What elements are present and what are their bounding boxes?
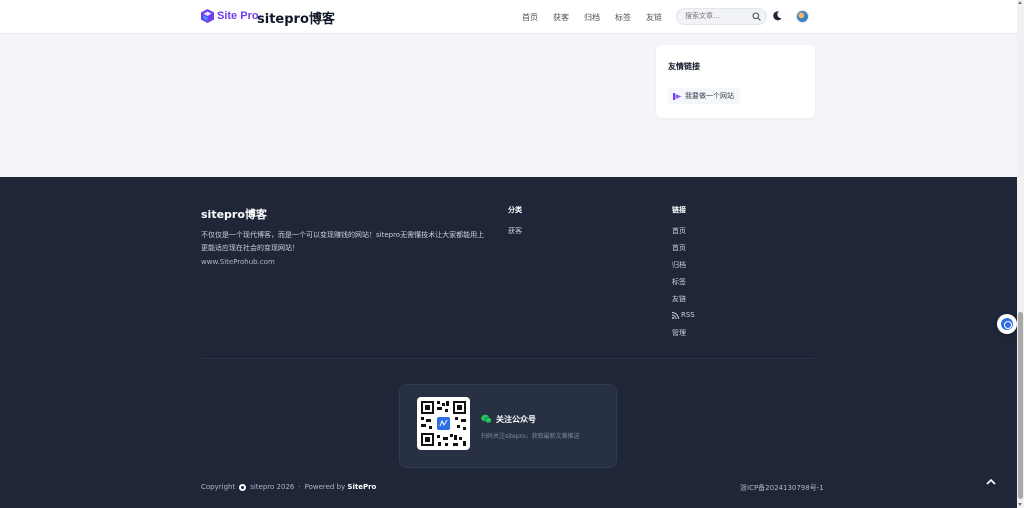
copyright-symbol-icon: [239, 483, 247, 491]
footer-url: www.SiteProhub.com: [201, 258, 275, 266]
footer-link-tags[interactable]: 标签: [672, 277, 686, 287]
footer-description: 不仅仅是一个现代博客，而是一个可以变现赚钱的网站！sitepro无需懂技术让大家…: [201, 231, 485, 252]
category-link-acquire[interactable]: 获客: [508, 226, 522, 236]
footer-title: sitepro博客: [201, 208, 267, 221]
categories-heading: 分类: [508, 206, 522, 214]
copyright-prefix: Copyright: [201, 483, 236, 491]
search-icon[interactable]: [752, 12, 761, 21]
wechat-follow-title: 关注公众号: [496, 415, 536, 424]
footer-link-friends[interactable]: 友链: [672, 294, 686, 304]
card-title: 友情链接: [668, 62, 700, 71]
footer-divider: [201, 358, 815, 359]
powered-by-brand[interactable]: SitePro: [347, 483, 376, 491]
wechat-qr-code: [417, 397, 470, 450]
wechat-icon: [481, 414, 492, 424]
back-to-top-icon[interactable]: [985, 476, 997, 488]
links-heading: 链接: [672, 206, 686, 214]
search-input[interactable]: [685, 12, 751, 20]
copyright-separator: ·: [298, 483, 301, 491]
nav-archive[interactable]: 归档: [584, 12, 600, 23]
nav-friend-links[interactable]: 友链: [646, 12, 662, 23]
dark-mode-toggle-icon[interactable]: [773, 11, 782, 21]
nav-tags[interactable]: 标签: [615, 12, 631, 23]
footer-link-home-2[interactable]: 首页: [672, 243, 686, 253]
scroll-down-arrow-icon[interactable]: [1018, 503, 1022, 506]
site-logo[interactable]: Site Pro: [201, 9, 259, 23]
footer-link-admin[interactable]: 管理: [672, 328, 686, 338]
friend-link-label: 我要做一个网站: [685, 92, 734, 100]
scroll-up-arrow-icon[interactable]: [1018, 1, 1022, 4]
footer-link-home[interactable]: 首页: [672, 226, 686, 236]
brand-title[interactable]: sitepro博客: [257, 8, 335, 27]
footer-link-rss[interactable]: RSS: [672, 311, 695, 319]
nav-home[interactable]: 首页: [522, 12, 538, 23]
user-avatar[interactable]: [796, 10, 809, 23]
friend-link-item[interactable]: 我要做一个网站: [668, 88, 740, 104]
scrollbar-thumb[interactable]: [1018, 312, 1023, 499]
logo-cube-icon: [201, 9, 214, 23]
icp-record-link[interactable]: 浙ICP备2024130798号-1: [740, 483, 824, 493]
rss-label: RSS: [681, 311, 695, 319]
wechat-follow-subtitle: 扫码关注sitepro，获取最新文章推送: [481, 433, 580, 440]
link-logo-icon: [673, 92, 682, 100]
top-navbar: Site Pro sitepro博客 首页 获客 归档 标签 友链: [0, 0, 1017, 34]
footer-link-archive[interactable]: 归档: [672, 260, 686, 270]
friend-links-card: 友情链接 我要做一个网站: [656, 45, 815, 118]
copyright-site: sitepro 2026: [250, 483, 295, 491]
floating-assistant-button[interactable]: [997, 314, 1017, 334]
rss-icon: [672, 311, 679, 319]
qr-code-icon: [421, 401, 466, 446]
copyright-line: Copyright sitepro 2026 · Powered by Site…: [201, 483, 376, 491]
powered-by-label: Powered by: [304, 483, 346, 491]
logo-text: Site Pro: [217, 10, 259, 22]
nav-acquire[interactable]: 获客: [553, 12, 569, 23]
